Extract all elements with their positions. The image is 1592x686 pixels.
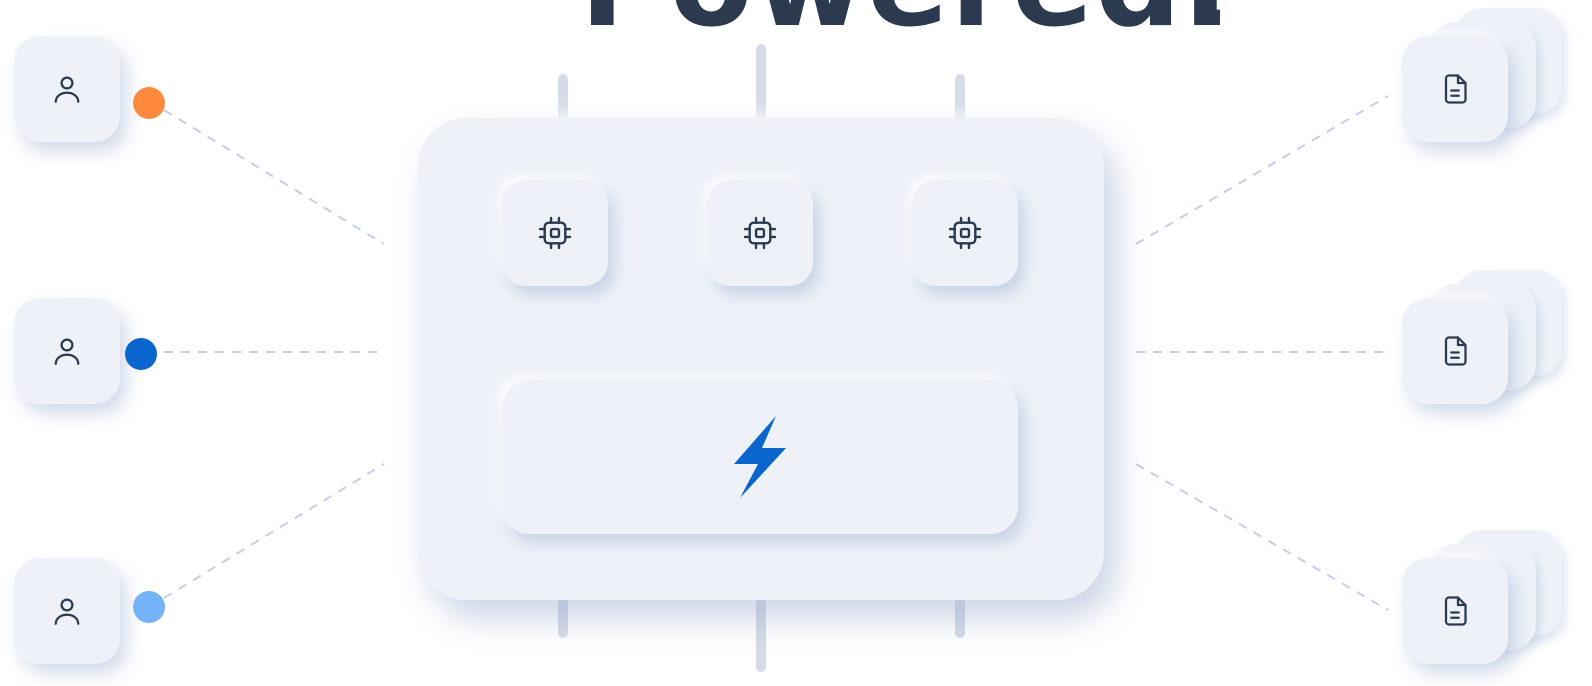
cpu-chip-icon	[948, 216, 982, 250]
hub-pin	[558, 598, 568, 638]
status-dot-top	[133, 87, 165, 119]
status-dot-bottom	[133, 591, 165, 623]
cpu-chip-icon	[538, 216, 572, 250]
hub-pin	[756, 44, 766, 120]
processor-tile	[502, 180, 608, 286]
hub-pin	[558, 74, 568, 120]
document-icon	[1444, 74, 1467, 104]
processing-hub	[418, 118, 1104, 600]
cpu-chip-icon	[743, 216, 777, 250]
user-tile	[14, 558, 120, 664]
lightning-bolt-icon	[734, 416, 786, 498]
document-tile	[1402, 36, 1508, 142]
connector-line-left-bottom	[163, 463, 385, 599]
status-dot-middle	[125, 338, 157, 370]
document-icon	[1444, 336, 1467, 366]
user-tile	[14, 36, 120, 142]
hub-pin	[756, 598, 766, 672]
user-icon	[54, 76, 80, 103]
connector-line-right-top	[1135, 95, 1389, 245]
document-tile	[1402, 298, 1508, 404]
document-icon	[1444, 596, 1467, 626]
connector-line-right-bottom	[1135, 463, 1389, 611]
user-icon	[54, 598, 80, 625]
engine-panel	[502, 380, 1018, 534]
processor-tile	[912, 180, 1018, 286]
hub-pin	[955, 598, 965, 638]
processor-tile	[707, 180, 813, 286]
user-icon	[54, 338, 80, 365]
document-tile	[1402, 558, 1508, 664]
user-tile	[14, 298, 120, 404]
connector-line-left-top	[163, 109, 385, 245]
hub-pin	[955, 74, 965, 120]
